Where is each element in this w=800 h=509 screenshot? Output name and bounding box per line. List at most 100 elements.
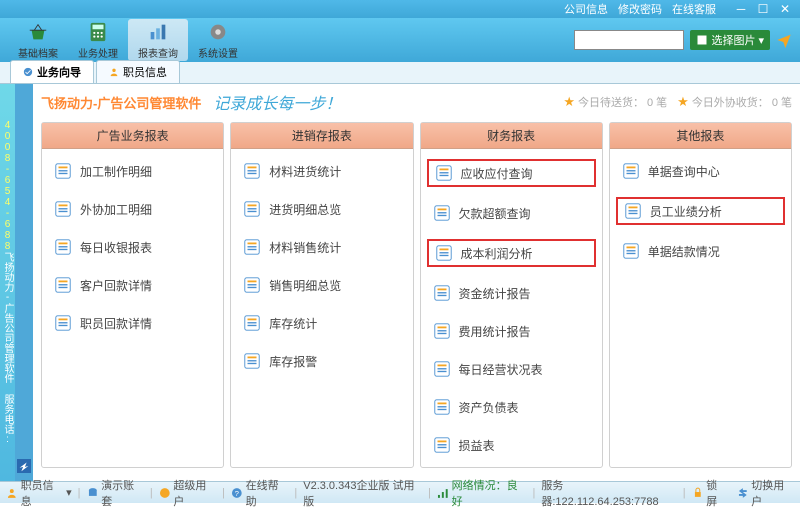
report-item[interactable]: 外协加工明细: [48, 197, 217, 221]
sb-employee-info[interactable]: 职员信息▾: [6, 477, 72, 509]
report-icon: [433, 436, 451, 454]
arrow-logo-icon: [17, 459, 31, 473]
signal-icon: [437, 487, 449, 499]
close-button[interactable]: ✕: [778, 2, 792, 16]
report-icon: [54, 162, 72, 180]
basket-icon: [27, 21, 49, 43]
report-item[interactable]: 每日收银报表: [48, 235, 217, 259]
report-icon: [433, 322, 451, 340]
report-icon: [54, 314, 72, 332]
report-panel: 进销存报表材料进货统计进货明细总览材料销售统计销售明细总览库存统计库存报警: [230, 122, 413, 468]
report-item[interactable]: 欠款超额查询: [427, 201, 596, 225]
report-icon: [622, 242, 640, 260]
report-icon: [243, 352, 261, 370]
send-icon[interactable]: [776, 32, 792, 48]
side-logo-strip: [15, 84, 33, 481]
sb-switch-user[interactable]: 切换用户: [737, 477, 794, 509]
toolbar-business-process[interactable]: 业务处理: [68, 19, 128, 61]
pending-delivery-pill[interactable]: ★ 今日待送货： 0 笔: [563, 94, 667, 110]
report-item[interactable]: 每日经营状况表: [427, 357, 596, 381]
sb-version: V2.3.0.343企业版 试用版: [303, 477, 422, 509]
report-item[interactable]: 库存报警: [237, 349, 406, 373]
titlebar: 公司信息 修改密码 在线客服 ─ ☐ ✕: [0, 0, 800, 18]
report-item[interactable]: 进货明细总览: [237, 197, 406, 221]
link-online-support[interactable]: 在线客服: [672, 1, 716, 17]
report-item[interactable]: 加工制作明细: [48, 159, 217, 183]
report-icon: [243, 238, 261, 256]
star-icon: ★: [563, 94, 575, 110]
report-item[interactable]: 成本利润分析: [427, 239, 596, 267]
sb-online-help[interactable]: ? 在线帮助: [231, 477, 288, 509]
report-icon: [435, 244, 453, 262]
toolbar-report-query[interactable]: 报表查询: [128, 19, 188, 61]
user-icon: [109, 67, 119, 77]
page-header: 飞扬动力-广告公司管理软件 记录成长每一步！ ★ 今日待送货： 0 笔 ★ 今日…: [41, 90, 792, 114]
report-item[interactable]: 职员回款详情: [48, 311, 217, 335]
link-change-password[interactable]: 修改密码: [618, 1, 662, 17]
report-item[interactable]: 资产负债表: [427, 395, 596, 419]
report-icon: [622, 162, 640, 180]
chart-icon: [147, 21, 169, 43]
report-item-label: 库存报警: [269, 353, 317, 370]
report-item-label: 材料销售统计: [269, 239, 341, 256]
report-item[interactable]: 销售明细总览: [237, 273, 406, 297]
report-item-label: 客户回款详情: [80, 277, 152, 294]
report-item[interactable]: 单据结款情况: [616, 239, 785, 263]
report-item[interactable]: 材料进货统计: [237, 159, 406, 183]
report-item-label: 职员回款详情: [80, 315, 152, 332]
report-panel: 其他报表单据查询中心员工业绩分析单据结款情况: [609, 122, 792, 468]
out-collect-pill[interactable]: ★ 今日外协收货： 0 笔: [677, 94, 792, 110]
image-icon: [696, 34, 708, 46]
report-item[interactable]: 单据查询中心: [616, 159, 785, 183]
report-item-label: 应收应付查询: [461, 165, 533, 182]
report-icon: [433, 204, 451, 222]
report-item[interactable]: 客户回款详情: [48, 273, 217, 297]
tab-employee-info[interactable]: 职员信息: [96, 60, 180, 83]
toolbar-system-settings[interactable]: 系统设置: [188, 19, 248, 61]
search-input[interactable]: [574, 30, 684, 50]
report-item[interactable]: 资金统计报告: [427, 281, 596, 305]
help-icon: ?: [231, 487, 243, 499]
report-item-label: 每日经营状况表: [459, 361, 543, 378]
report-icon: [54, 238, 72, 256]
report-icon: [54, 200, 72, 218]
report-item-label: 单据结款情况: [648, 243, 720, 260]
lock-icon: [692, 487, 704, 499]
report-item[interactable]: 材料销售统计: [237, 235, 406, 259]
maximize-button[interactable]: ☐: [756, 2, 770, 16]
report-item-label: 加工制作明细: [80, 163, 152, 180]
report-item-label: 资金统计报告: [459, 285, 531, 302]
panel-header: 财务报表: [421, 123, 602, 149]
report-item-label: 库存统计: [269, 315, 317, 332]
panel-header: 进销存报表: [231, 123, 412, 149]
report-item[interactable]: 费用统计报告: [427, 319, 596, 343]
report-item[interactable]: 员工业绩分析: [616, 197, 785, 225]
side-vertical-banner: 4008-654-688飞扬动力-广告公司管理软件 服务电话:: [0, 84, 15, 481]
report-item[interactable]: 库存统计: [237, 311, 406, 335]
user-icon: [6, 487, 18, 499]
report-panel: 财务报表应收应付查询欠款超额查询成本利润分析资金统计报告费用统计报告每日经营状况…: [420, 122, 603, 468]
report-item[interactable]: 应收应付查询: [427, 159, 596, 187]
report-item-label: 费用统计报告: [459, 323, 531, 340]
report-item-label: 销售明细总览: [269, 277, 341, 294]
link-company-info[interactable]: 公司信息: [564, 1, 608, 17]
report-item-label: 损益表: [459, 437, 495, 454]
sb-super-user[interactable]: 超级用户: [159, 477, 216, 509]
tab-business-guide[interactable]: 业务向导: [10, 60, 94, 83]
report-item-label: 进货明细总览: [269, 201, 341, 218]
select-picture-button[interactable]: 选择图片 ▾: [690, 30, 770, 50]
report-item-label: 材料进货统计: [269, 163, 341, 180]
report-icon: [243, 162, 261, 180]
report-item-label: 单据查询中心: [648, 163, 720, 180]
toolbar-basic-archives[interactable]: 基础档案: [8, 19, 68, 61]
report-item-label: 每日收银报表: [80, 239, 152, 256]
report-icon: [624, 202, 642, 220]
report-icon: [433, 284, 451, 302]
sb-lock-screen[interactable]: 锁 屏: [692, 477, 731, 509]
minimize-button[interactable]: ─: [734, 2, 748, 16]
sb-demo-account[interactable]: 演示账套: [87, 477, 144, 509]
report-item[interactable]: 损益表: [427, 433, 596, 457]
report-icon: [433, 360, 451, 378]
panel-header: 广告业务报表: [42, 123, 223, 149]
report-item-label: 成本利润分析: [461, 245, 533, 262]
